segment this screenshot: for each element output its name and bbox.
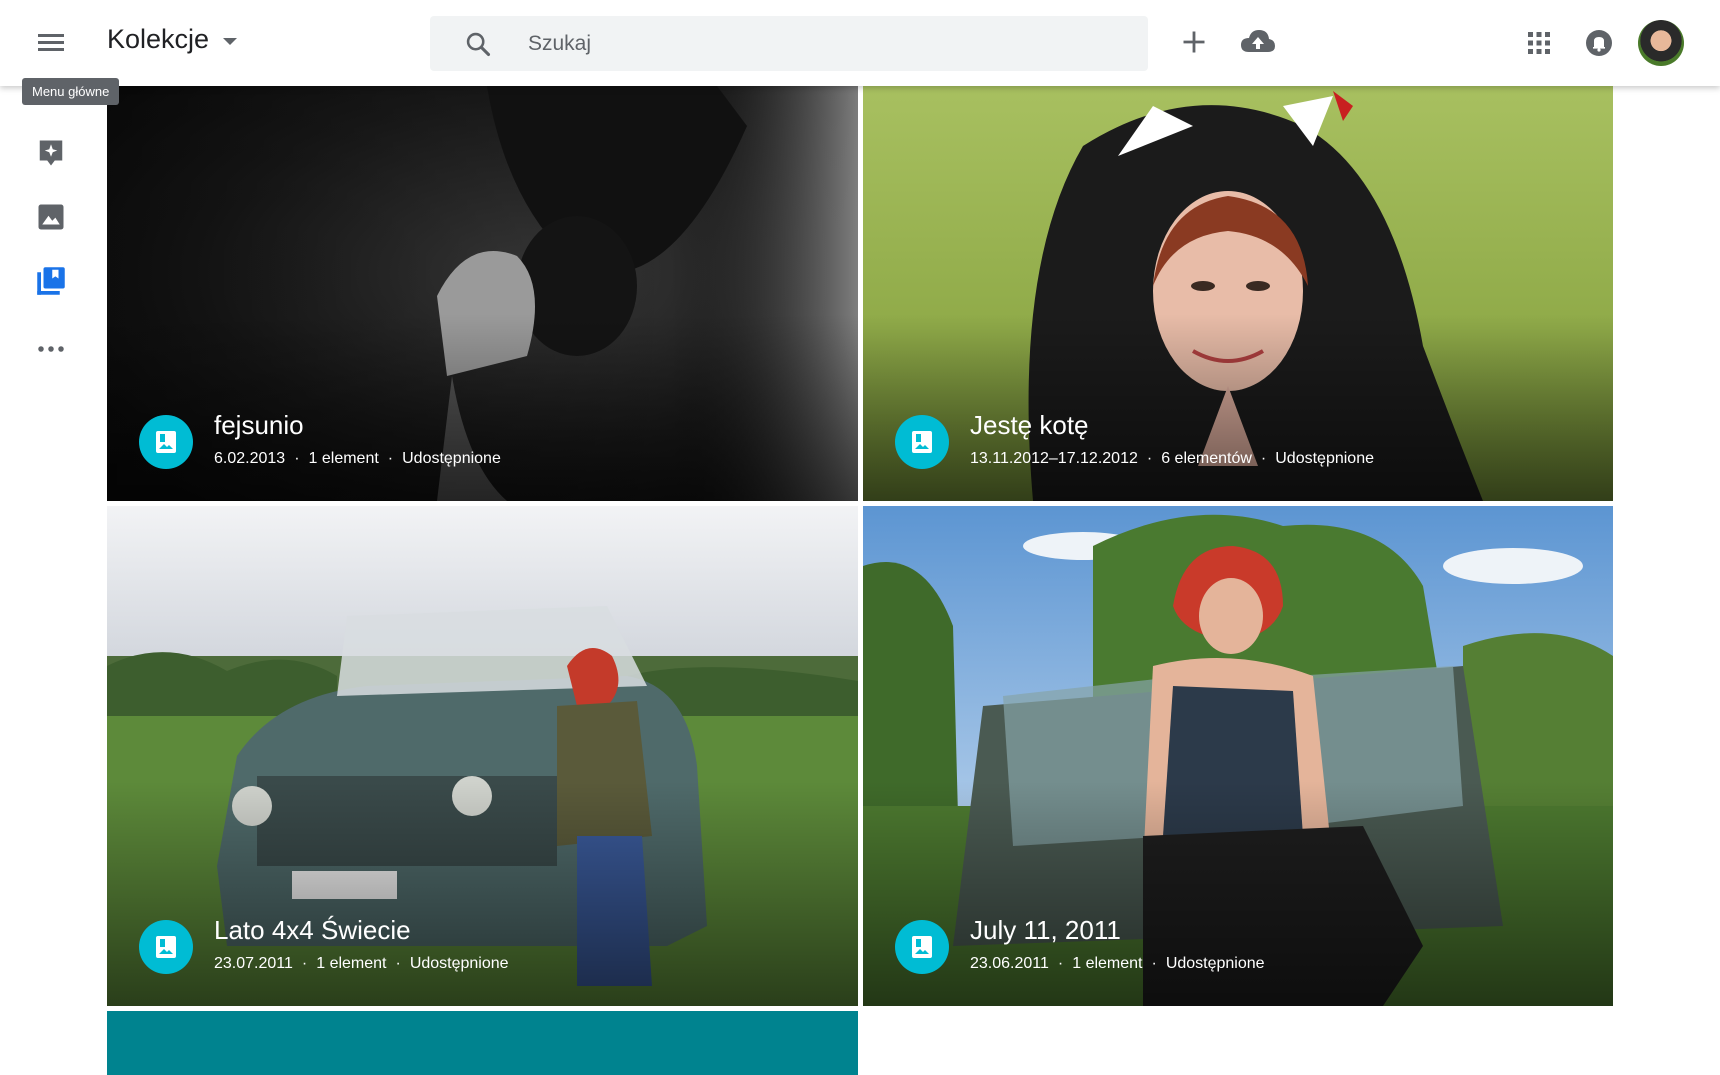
albums-icon[interactable] [36,266,66,296]
album-icon [912,431,932,453]
collection-meta: 23.06.2011 · 1 element · Udostępnione [970,955,1265,972]
album-badge [139,920,193,974]
collection-count: 1 element [308,450,379,467]
cloud-upload-icon[interactable] [1240,27,1276,57]
album-badge [895,415,949,469]
gradient-overlay [863,314,1613,501]
chevron-down-icon [223,38,238,45]
collection-date: 23.06.2011 [970,955,1049,972]
collection-title: fejsunio [214,410,304,440]
search-icon[interactable] [464,30,492,58]
collection-title: Jestę kotę [970,410,1089,440]
photos-icon[interactable] [36,202,66,232]
plus-icon[interactable] [1180,28,1208,56]
tooltip: Menu główne [22,78,120,105]
collection-card[interactable]: Lato 4x4 Świecie 23.07.2011 · 1 element · Ud… [107,506,858,1006]
more-horizontal-icon[interactable] [36,334,66,364]
collection-sharing: Udostępnione [402,450,501,467]
collection-card[interactable]: Jestę kotę 13.11.2012–17.12.2012 · 6 eleme… [863,86,1613,501]
album-icon [156,431,176,453]
collections-dropdown[interactable]: Kolekcje [107,24,238,55]
album-icon [912,936,932,958]
avatar[interactable] [1638,20,1684,66]
collection-card[interactable]: fejsunio 6.02.2013 · 1 element · Udostępnion… [107,86,858,501]
album-badge [139,415,193,469]
collection-count: 1 element [1072,955,1143,972]
hamburger-menu-icon[interactable] [36,28,66,58]
collection-sharing: Udostępnione [1165,955,1265,972]
collection-sharing: Udostępnione [409,955,509,972]
gradient-overlay [107,314,858,501]
collection-title: July 11, 2011 [970,915,1121,945]
collection-count: 6 elementów [1161,450,1252,467]
collection-meta: 23.07.2011 · 1 element · Udostępnione [214,955,509,972]
collection-meta: 6.02.2013 · 1 element · Udostępnione [214,450,501,467]
collection-date: 6.02.2013 [214,450,286,467]
album-badge [895,920,949,974]
collection-card[interactable] [107,1011,858,1075]
notification-bell-icon[interactable] [1585,29,1613,57]
collection-sharing: Udostępnione [1275,450,1374,467]
search-input[interactable] [526,26,1110,62]
collection-title: Lato 4x4 Świecie [214,915,411,945]
collection-card[interactable]: July 11, 2011 23.06.2011 · 1 element · Udost… [863,506,1613,1006]
page-title: Kolekcje [107,24,210,54]
album-icon [156,936,176,958]
collection-date: 23.07.2011 [214,955,293,972]
collection-meta: 13.11.2012–17.12.2012 · 6 elementów · Udostę… [970,450,1374,467]
top-app-bar: Kolekcje [0,0,1720,86]
search-box[interactable] [430,16,1148,71]
collection-date: 13.11.2012–17.12.2012 [970,450,1138,467]
collection-count: 1 element [316,955,387,972]
apps-grid-icon[interactable] [1527,31,1551,55]
assistant-sparkle-icon[interactable] [36,138,66,168]
